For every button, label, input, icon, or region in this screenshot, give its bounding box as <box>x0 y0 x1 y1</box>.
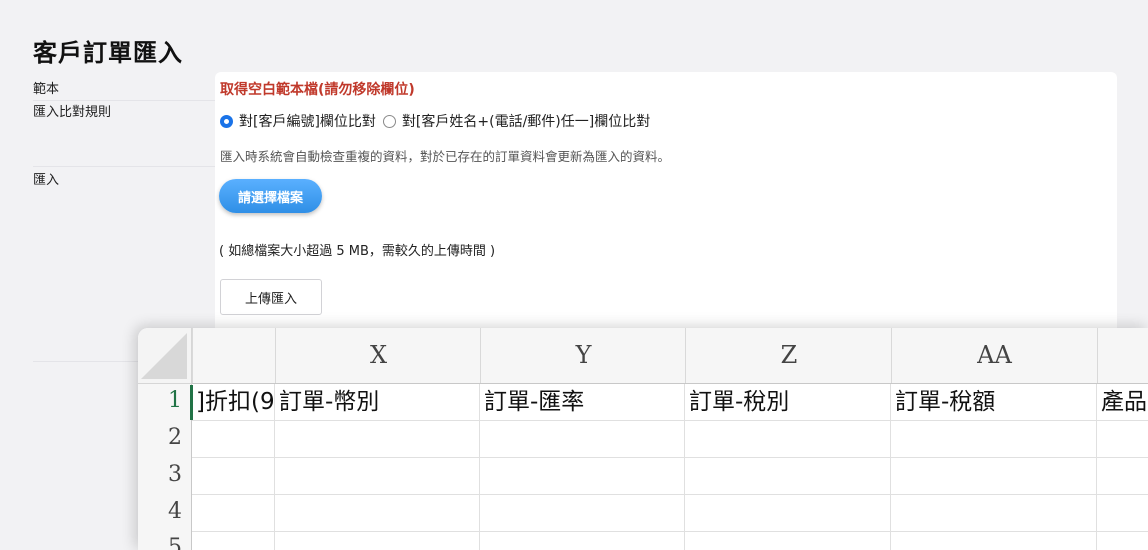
column-header-x[interactable]: X <box>275 328 481 383</box>
form-labels: 範本 匯入比對規則 匯入 <box>33 72 215 362</box>
row-gridline <box>192 420 1148 421</box>
column-header-aa[interactable]: AA <box>891 328 1097 383</box>
file-size-note: ( 如總檔案大小超過 5 MB，需較久的上傳時間 ) <box>219 244 496 259</box>
duplicate-check-note: 匯入時系統會自動檢查重複的資料，對於已存在的訂單資料會更新為匯入的資料。 <box>220 149 671 164</box>
radio-match-name-contact[interactable] <box>382 114 396 128</box>
row-header-1[interactable]: 1 <box>138 388 182 413</box>
radio-match-customer-id[interactable] <box>220 114 233 128</box>
row-gridline <box>192 457 1148 458</box>
column-header-z[interactable]: Z <box>685 328 892 383</box>
column-header-w[interactable] <box>192 328 275 383</box>
select-all-corner[interactable] <box>138 328 192 384</box>
row-header-5[interactable]: 5 <box>138 535 182 550</box>
cell-ab1[interactable]: 產品 <box>1097 384 1148 420</box>
template-download-link[interactable]: 取得空白範本檔(請勿移除欄位) <box>220 79 415 99</box>
label-rule: 匯入比對規則 <box>33 101 215 167</box>
radio-label-name-contact[interactable]: 對[客戶姓名+(電話/郵件)任一]欄位比對 <box>402 111 650 131</box>
cell-aa1[interactable]: 訂單-稅額 <box>891 384 1095 420</box>
cell-x1[interactable]: 訂單-幣別 <box>275 384 479 420</box>
row-header-2[interactable]: 2 <box>138 425 182 450</box>
row-gridline <box>192 531 1148 532</box>
spreadsheet-preview: X Y Z AA 1 2 3 4 5 ]折扣(9 訂單-幣別 訂單-匯率 訂單-… <box>138 328 1148 550</box>
match-rule-radio-group: 對[客戶編號]欄位比對 對[客戶姓名+(電話/郵件)任一]欄位比對 <box>220 111 657 131</box>
cell-y1[interactable]: 訂單-匯率 <box>480 384 684 420</box>
cell-w1[interactable]: ]折扣(9 <box>192 384 274 420</box>
row-header-3[interactable]: 3 <box>138 462 182 487</box>
choose-file-button[interactable]: 請選擇檔案 <box>219 179 322 213</box>
radio-label-customer-id[interactable]: 對[客戶編號]欄位比對 <box>239 111 376 131</box>
label-template: 範本 <box>33 78 215 101</box>
cell-z1[interactable]: 訂單-稅別 <box>685 384 889 420</box>
selected-cell-marker <box>190 385 193 420</box>
page-title: 客戶訂單匯入 <box>33 39 183 67</box>
row-header-4[interactable]: 4 <box>138 499 182 524</box>
column-header-ab[interactable] <box>1097 328 1148 383</box>
column-header-y[interactable]: Y <box>480 328 686 383</box>
row-gridline <box>192 494 1148 495</box>
upload-import-button[interactable]: 上傳匯入 <box>220 279 322 315</box>
